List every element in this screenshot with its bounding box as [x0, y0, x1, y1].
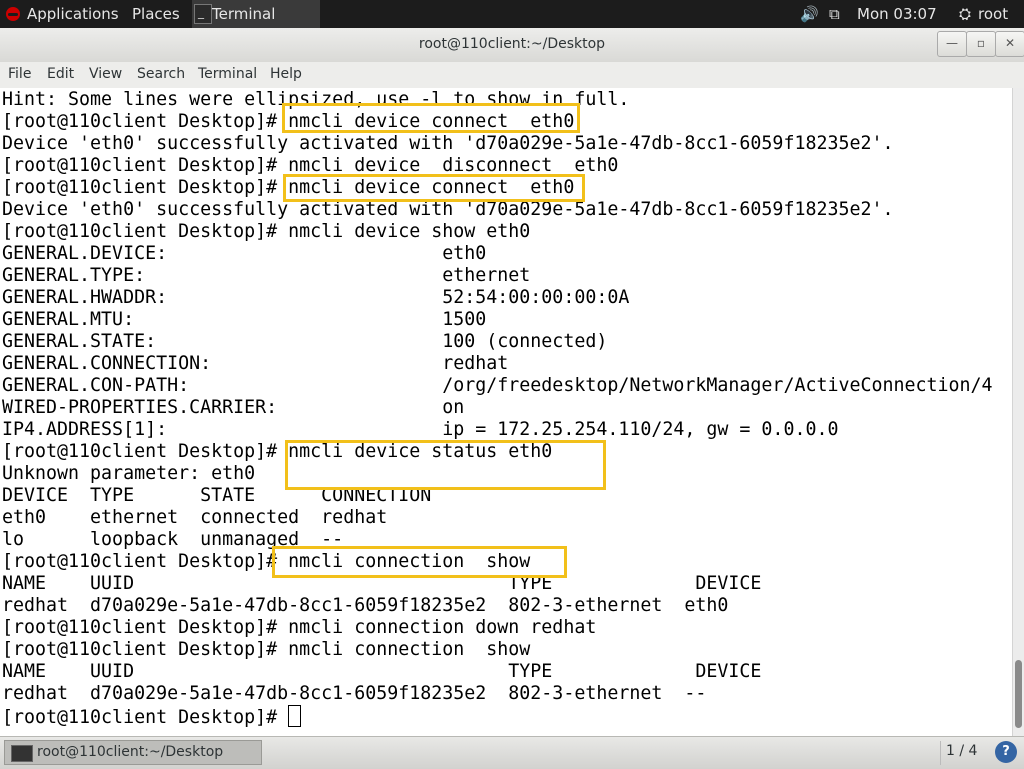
top-bar: Applications Places Terminal 🔊 ⧉ Mon 03:… — [0, 0, 1024, 28]
terminal-scrollbar[interactable] — [1012, 88, 1024, 736]
scrollbar-thumb[interactable] — [1015, 660, 1022, 728]
terminal-line: redhat d70a029e-5a1e-47db-8cc1-6059f1823… — [2, 595, 729, 616]
network-icon[interactable]: ⧉ — [829, 0, 840, 28]
terminal-line: GENERAL.TYPE: ethernet — [2, 265, 531, 286]
terminal-app-menu[interactable]: Terminal — [192, 0, 320, 28]
menu-search[interactable]: Search — [137, 66, 185, 82]
terminal-cursor[interactable] — [288, 705, 302, 727]
user-icon[interactable]: ⛭ — [959, 0, 971, 28]
terminal-app-label: Terminal — [212, 5, 276, 23]
highlight-box — [282, 103, 580, 133]
maximize-button[interactable]: ▫ — [966, 31, 996, 57]
terminal-line: [root@110client Desktop]# nmcli connecti… — [2, 639, 531, 660]
menu-help[interactable]: Help — [270, 66, 302, 82]
places-menu[interactable]: Places — [132, 0, 180, 28]
highlight-box — [272, 546, 567, 578]
terminal-output[interactable]: Hint: Some lines were ellipsized, use -l… — [0, 88, 1012, 736]
window-titlebar[interactable]: root@110client:~/Desktop — ▫ ✕ — [0, 28, 1024, 63]
terminal-icon — [194, 0, 212, 26]
help-icon[interactable]: ? — [995, 741, 1017, 763]
menu-view[interactable]: View — [89, 66, 122, 82]
taskbar-window-button[interactable]: root@110client:~/Desktop — [4, 740, 262, 765]
highlight-box — [285, 440, 606, 490]
highlight-box — [283, 174, 585, 202]
minimize-button[interactable]: — — [937, 31, 967, 57]
terminal-prompt-line[interactable]: [root@110client Desktop]# — [2, 705, 993, 728]
terminal-line: GENERAL.DEVICE: eth0 — [2, 243, 487, 264]
taskbar-window-label: root@110client:~/Desktop — [37, 744, 224, 760]
bottom-taskbar: root@110client:~/Desktop 1 / 4 ? — [0, 736, 1024, 769]
terminal-line: Device 'eth0' successfully activated wit… — [2, 133, 894, 154]
terminal-line: GENERAL.STATE: 100 (connected) — [2, 331, 608, 352]
workspace-indicator[interactable]: 1 / 4 — [946, 743, 986, 763]
applications-menu[interactable]: Applications — [27, 0, 119, 28]
divider — [940, 741, 941, 765]
terminal-line: NAME UUID TYPE DEVICE — [2, 661, 762, 682]
menu-edit[interactable]: Edit — [47, 66, 74, 82]
volume-icon[interactable]: 🔊 — [800, 0, 819, 28]
terminal-line: Device 'eth0' successfully activated wit… — [2, 199, 894, 220]
terminal-line: GENERAL.CON-PATH: /org/freedesktop/Netwo… — [2, 375, 993, 396]
terminal-line: WIRED-PROPERTIES.CARRIER: on — [2, 397, 465, 418]
clock[interactable]: Mon 03:07 — [857, 0, 937, 28]
terminal-prompt: [root@110client Desktop]# — [2, 707, 289, 728]
terminal-icon — [11, 745, 33, 762]
terminal-line: GENERAL.MTU: 1500 — [2, 309, 487, 330]
terminal-line: IP4.ADDRESS[1]: ip = 172.25.254.110/24, … — [2, 419, 839, 440]
terminal-line: redhat d70a029e-5a1e-47db-8cc1-6059f1823… — [2, 683, 707, 704]
terminal-line: [root@110client Desktop]# nmcli connecti… — [2, 617, 597, 638]
window-title: root@110client:~/Desktop — [418, 36, 606, 52]
terminal-line: eth0 ethernet connected redhat — [2, 507, 388, 528]
user-menu[interactable]: root — [978, 0, 1008, 28]
menu-bar: File Edit View Search Terminal Help — [0, 62, 1024, 89]
terminal-line: GENERAL.HWADDR: 52:54:00:00:00:0A — [2, 287, 630, 308]
redhat-logo-icon — [6, 7, 20, 21]
terminal-line: [root@110client Desktop]# nmcli device s… — [2, 221, 531, 242]
close-button[interactable]: ✕ — [995, 31, 1024, 57]
menu-terminal[interactable]: Terminal — [198, 66, 257, 82]
menu-file[interactable]: File — [8, 66, 31, 82]
terminal-line: GENERAL.CONNECTION: redhat — [2, 353, 509, 374]
